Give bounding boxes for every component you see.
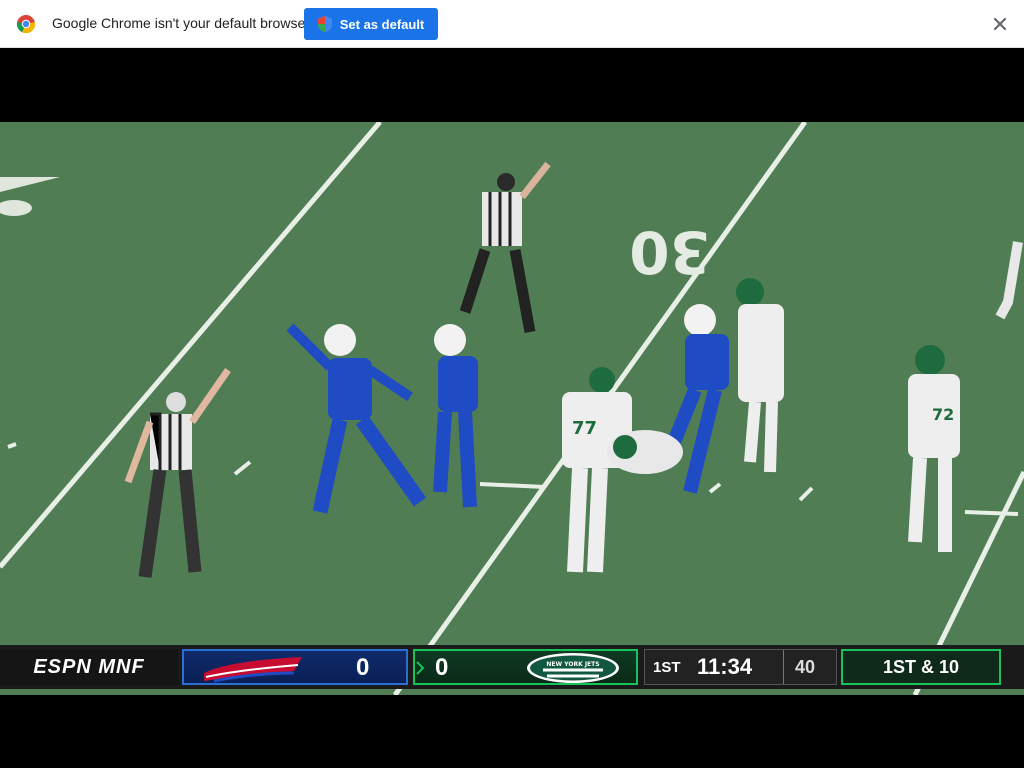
away-team-score-box: 0 NEW YORK JETS [413,649,638,685]
video-frame: 30 77 72 [0,122,1024,695]
close-icon [994,18,1006,30]
down-distance-box: 1ST & 10 [841,649,1001,685]
chrome-logo-icon [16,15,36,34]
home-score: 0 [356,654,370,681]
infobar-message: Google Chrome isn't your default browser [52,15,310,31]
play-clock: 40 [795,657,816,677]
player-pile [607,430,683,474]
close-infobar-button[interactable] [988,12,1012,36]
quarter-label: 1ST [653,659,681,676]
default-browser-infobar: Google Chrome isn't your default browser… [0,0,1024,48]
jets-logo-text: NEW YORK JETS [546,661,599,668]
chevron-right-icon [416,661,425,675]
clock-divider [783,650,784,684]
game-clock: 11:34 [697,654,753,679]
svg-text:77: 77 [572,418,597,439]
set-as-default-button[interactable]: Set as default [304,8,438,40]
svg-text:72: 72 [932,405,954,424]
jets-logo-icon: NEW YORK JETS [527,653,619,683]
video-player[interactable]: 30 77 72 ESPN MNF 0 0 NEW YORK JETS 1ST … [0,49,1024,768]
away-score: 0 [435,654,449,681]
network-logo: ESPN MNF [0,649,178,685]
scorebug: ESPN MNF 0 0 NEW YORK JETS 1ST 11:34 40 … [0,645,1024,689]
football-field-scene: 30 77 72 [0,122,1024,695]
set-as-default-label: Set as default [339,16,425,32]
game-clock-box: 1ST 11:34 40 [644,649,837,685]
field-number: 30 [629,218,710,286]
shield-icon [317,16,332,32]
home-team-score-box: 0 [182,649,408,685]
bills-logo-icon [204,657,302,683]
